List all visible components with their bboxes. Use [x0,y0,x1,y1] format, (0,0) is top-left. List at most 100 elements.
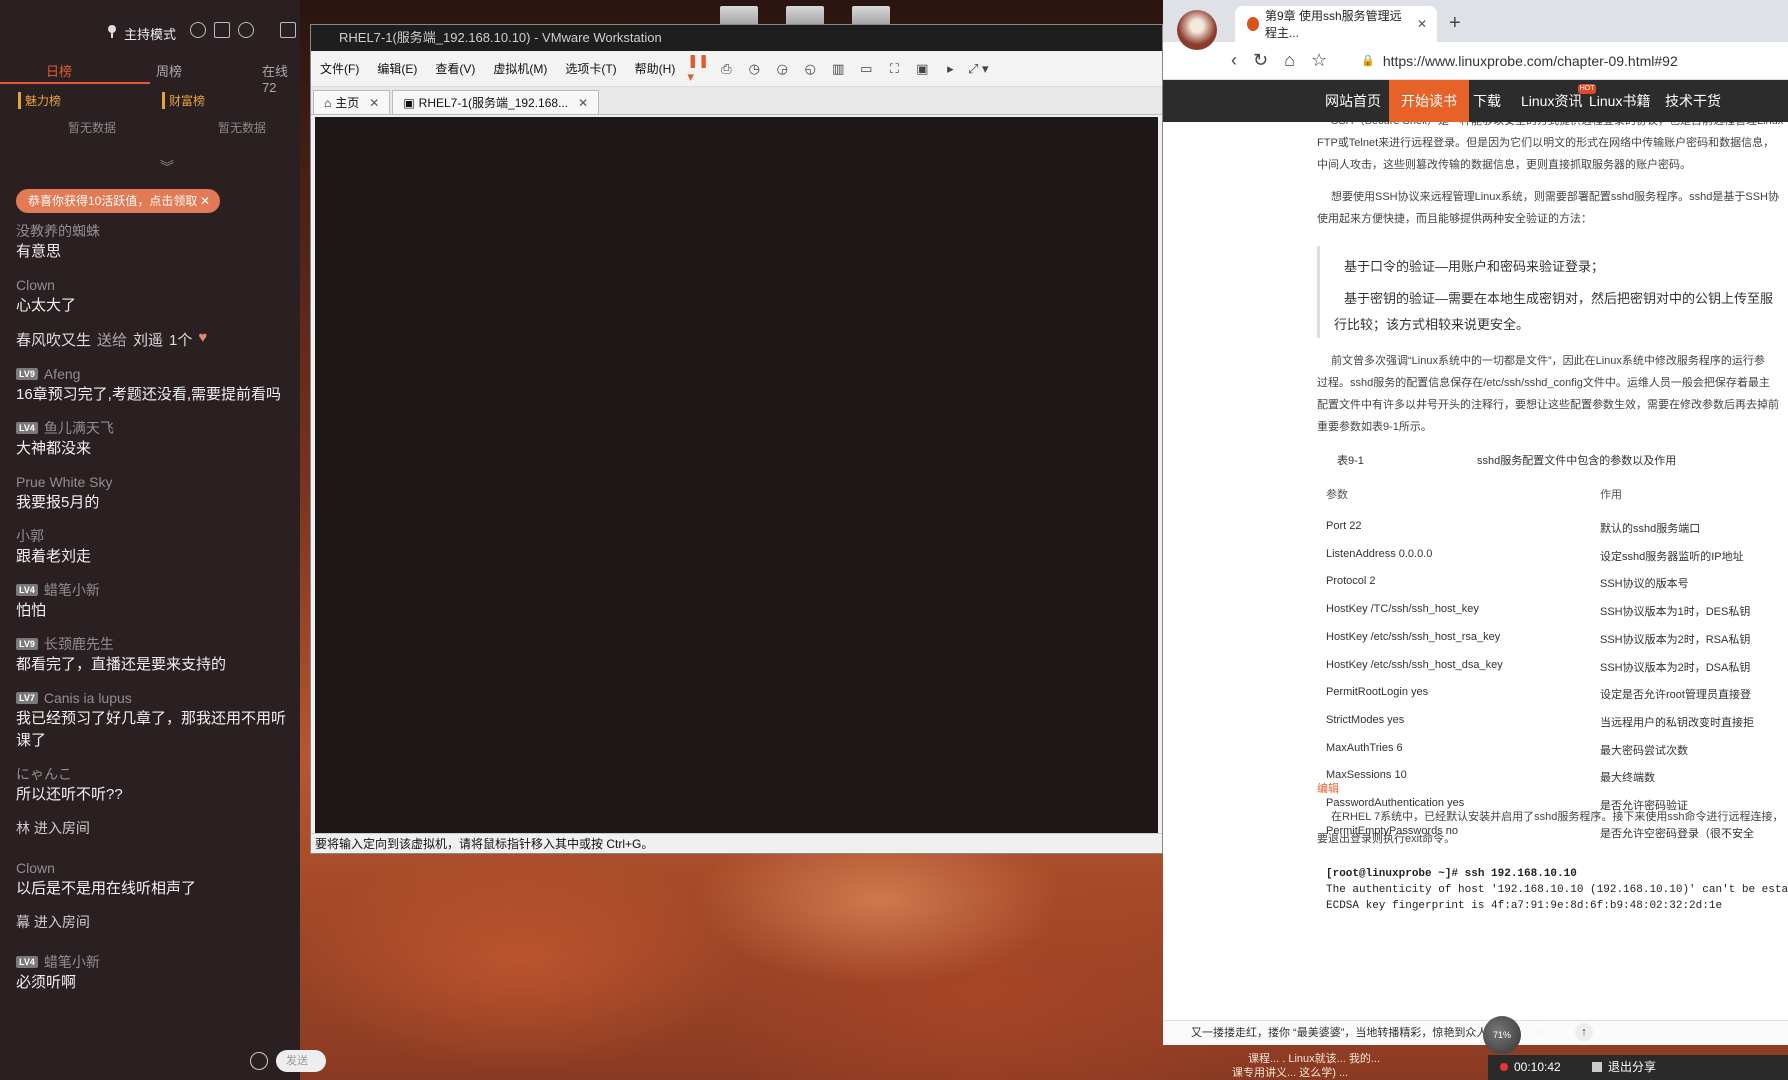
table-row: PermitRootLogin yes 设定是否允许root管理员直接登 [1326,686,1788,701]
chat-message: LV4 蜡笔小新 怕怕 [16,580,296,622]
streamer-avatar [1177,10,1217,50]
chat-text: 怕怕 [16,602,47,619]
back-icon[interactable]: ‹ [1231,50,1237,71]
fullscreen-icon[interactable]: ⛶ [883,60,905,78]
accelerate-icon[interactable]: ↑ [1575,1023,1593,1041]
chat-text: 我已经预习了好几章了，那我还用不用听课了 [16,710,287,749]
recording-timer: 00:10:42 [1514,1060,1561,1074]
nav-linux-books[interactable]: Linux书籍 [1581,80,1658,122]
chat-message: にゃんこ 所以还听不听?? [16,764,296,806]
send-ctrl-alt-del-icon[interactable]: ⎙ [715,60,737,78]
info-icon[interactable] [238,22,254,38]
nav-tech[interactable]: 技术干货 [1657,80,1729,122]
chat-message: LV9 长颈鹿先生 都看完了，直播还是要来支持的 [16,634,296,676]
menu-edit[interactable]: 编辑(E) [368,60,426,77]
revert-snapshot-icon[interactable]: ◶ [771,60,793,78]
menu-view[interactable]: 查看(V) [426,60,484,77]
home-icon[interactable]: ⌂ [1284,50,1295,71]
taskbar-item[interactable]: 课专用讲义... 这么学) ... [1232,1064,1348,1080]
chat-username[interactable]: 蜡笔小新 [44,952,100,972]
param-cell: ListenAddress 0.0.0.0 [1326,547,1433,560]
favicon-icon [1247,17,1259,31]
system-message: 幕 进入房间 [16,912,296,932]
menu-file[interactable]: 文件(F) [311,60,368,77]
stop-icon[interactable] [1592,1062,1602,1072]
emoji-icon[interactable] [250,1052,268,1070]
library-icon[interactable]: ▥ [827,60,849,78]
chat-input[interactable]: 发送 [276,1050,326,1072]
charm-rank-label[interactable]: 魅力榜 [18,92,61,109]
site-navigation: 网站首页 开始读书 下载 Linux资讯 HOT Linux书籍 技术干货 [1163,80,1788,122]
paragraph: 使用起来方便快捷，而且能够提供两种安全验证的方法： [1317,213,1592,225]
chat-username[interactable]: Clown [16,277,55,293]
menu-vm[interactable]: 虚拟机(M) [484,60,556,77]
chat-username[interactable]: 没教养的蜘蛛 [16,221,100,241]
chat-username[interactable]: にゃんこ [16,764,72,784]
chat-username[interactable]: Afeng [44,366,81,382]
console-icon[interactable]: ▸ [939,60,961,78]
stretch-icon[interactable]: ⤢ ▾ [967,60,989,78]
nav-start-reading[interactable]: 开始读书 [1389,80,1469,122]
window-icon[interactable] [280,22,296,38]
popout-icon[interactable] [214,22,230,38]
close-icon[interactable]: ✕ [200,189,210,213]
vm-console-screen[interactable] [315,117,1158,833]
edit-link[interactable]: 编辑 [1317,780,1339,796]
tab-underline [0,82,150,84]
tab-vm[interactable]: ▣ RHEL7-1(服务端_192.168... ✕ [392,90,600,114]
close-icon[interactable]: ✕ [1417,17,1427,31]
chat-text: 有意思 [16,243,62,260]
nav-download[interactable]: 下载 [1465,80,1509,122]
nav-linux-news[interactable]: Linux资讯 HOT [1513,80,1597,122]
chat-username[interactable]: Canis ia lupus [44,690,132,706]
chat-username[interactable]: 小郭 [16,526,44,546]
menu-help[interactable]: 帮助(H) [626,60,685,77]
tab-online[interactable]: 在线72 [262,61,300,95]
pause-icon[interactable]: ❚❚ ▾ [687,53,709,84]
nav-home[interactable]: 网站首页 [1317,80,1389,122]
chat-username[interactable]: 鱼儿满天飞 [44,418,114,438]
wealth-rank-label[interactable]: 财富榜 [162,92,205,109]
address-bar[interactable]: 🔒 https://www.linuxprobe.com/chapter-09.… [1361,53,1678,69]
paragraph: 中间人攻击，这些则篡改传输的数据信息，更则直接抓取服务器的账户密码。 [1317,159,1691,171]
chevron-down-icon[interactable]: ︾ [160,157,174,177]
close-icon[interactable]: ✕ [578,96,588,110]
manage-snapshots-icon[interactable]: ◵ [799,60,821,78]
table-header: 参数 作用 [1326,486,1788,502]
host-mode-label[interactable]: 主持模式 [124,24,176,43]
chat-username[interactable]: 蜡笔小新 [44,580,100,600]
bookmark-star-icon[interactable]: ☆ [1311,50,1327,71]
paragraph: SSH（Secure Shell）是一种能够以安全的方式提供远程登录的协议，也是… [1317,122,1788,132]
gift-receiver[interactable]: 刘遥 [133,329,163,350]
settings-icon[interactable] [190,22,206,38]
tab-weekly[interactable]: 周榜 [156,61,182,80]
new-tab-icon[interactable]: + [1449,12,1461,35]
menu-bar: 文件(F) 编辑(E) 查看(V) 虚拟机(M) 选项卡(T) 帮助(H) ❚❚… [311,51,1162,87]
browser-tab[interactable]: 第9章 使用ssh服务管理远程主... ✕ [1235,6,1437,42]
exit-share-button[interactable]: 退出分享 [1608,1055,1656,1080]
param-cell: HostKey /etc/ssh/ssh_host_rsa_key [1326,630,1501,643]
chat-username[interactable]: 长颈鹿先生 [44,634,114,654]
paragraph: 配置文件中有许多以井号开头的注释行，要想让这些配置参数生效，需要在修改参数后再去… [1317,399,1779,411]
tab-daily[interactable]: 日榜 [46,61,72,80]
chat-message-list-more: LV9 Afeng 16章预习完了,考题还没看,需要提前看吗 LV4 鱼儿满天飞 大神都没… [16,364,296,994]
news-ticker[interactable]: 又一搂搂走红，搂你 “最美婆婆”，当地转播精彩，惊艳到众人！ [1163,1020,1788,1045]
activity-reward-notice[interactable]: 恭喜你获得10活跃值，点击领取 ✕ [16,189,220,213]
paragraph: FTP或Telnet来进行远程登录。但是因为它们以明文的形式在网络中传输账户密码… [1317,137,1775,149]
tab-home[interactable]: ⌂ 主页 ✕ [313,90,391,114]
chat-text: 都看完了，直播还是要来支持的 [16,656,227,673]
reload-icon[interactable]: ↻ [1253,50,1268,71]
chat-username[interactable]: Prue White Sky [16,474,112,490]
thumbnail-icon[interactable]: ▭ [855,60,877,78]
article-content: SSH（Secure Shell）是一种能够以安全的方式提供远程登录的协议，也是… [1163,122,1788,1012]
close-icon[interactable]: ✕ [369,96,379,110]
recording-dot-icon [1500,1063,1508,1071]
menu-tabs[interactable]: 选项卡(T) [556,60,625,77]
gift-sender[interactable]: 春风吹又生 [16,329,91,350]
param-cell: HostKey /etc/ssh/ssh_host_dsa_key [1326,658,1503,671]
chat-username[interactable]: Clown [16,860,55,876]
unity-icon[interactable]: ▣ [911,60,933,78]
paragraph: 重要参数如表9-1所示。 [1317,421,1432,433]
network-monitor-ball[interactable]: 71% [1483,1016,1521,1054]
snapshot-icon[interactable]: ◷ [743,60,765,78]
